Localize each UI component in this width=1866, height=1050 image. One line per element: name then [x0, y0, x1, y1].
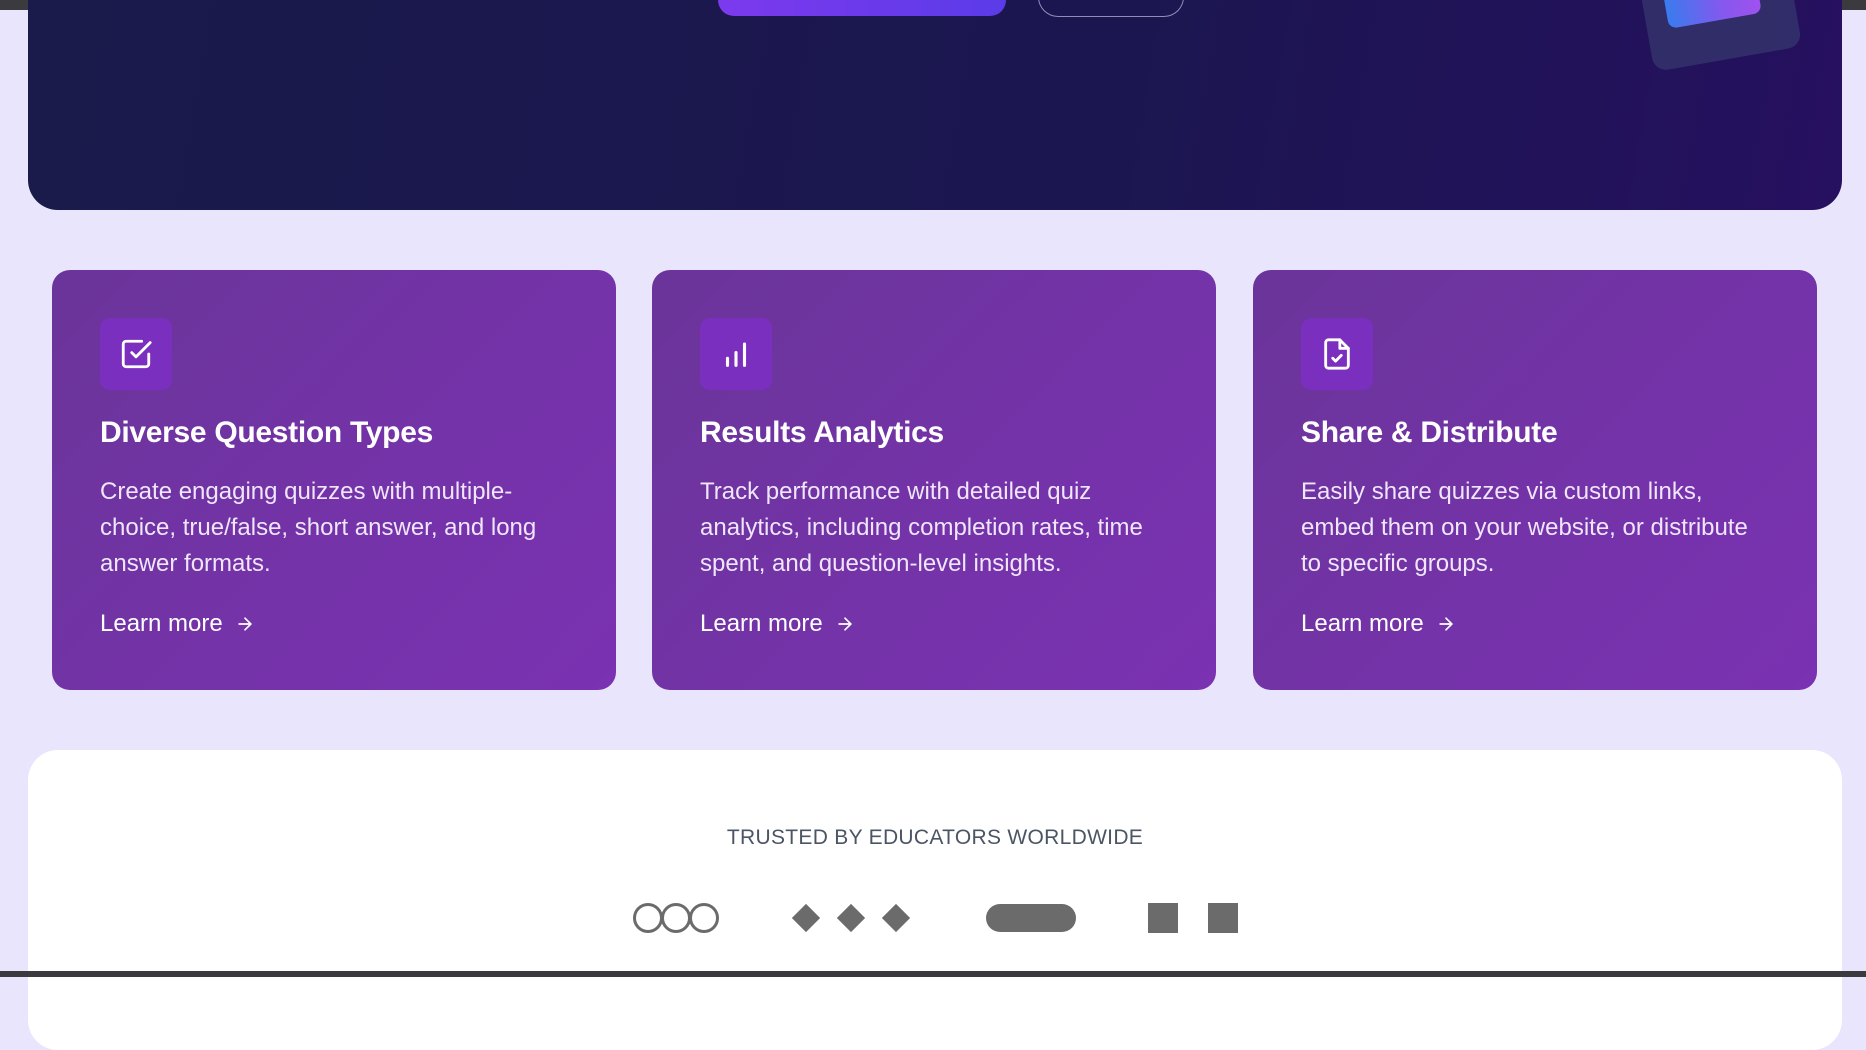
arrow-right-icon [238, 617, 252, 631]
pill-logo [986, 904, 1076, 932]
three-circles-logo [633, 903, 719, 933]
learn-more-link[interactable]: Learn more [700, 610, 855, 638]
checkbox-icon [100, 318, 172, 390]
feature-card-share-distribute: Share & Distribute Easily share quizzes … [1253, 270, 1817, 690]
learn-more-link[interactable]: Learn more [100, 610, 255, 638]
feature-description: Track performance with detailed quiz ana… [700, 478, 1143, 577]
browser-bottom-edge [0, 971, 1866, 977]
bar-chart-icon [700, 318, 772, 390]
hero-section [28, 0, 1842, 210]
file-check-icon [1301, 318, 1373, 390]
trusted-by-section: TRUSTED BY EDUCATORS WORLDWIDE [28, 750, 1842, 1050]
learn-more-label: Learn more [1301, 610, 1424, 637]
two-squares-logo [1148, 903, 1238, 933]
hero-illustration [1633, 0, 1803, 73]
arrow-right-icon [838, 617, 852, 631]
learn-more-label: Learn more [700, 610, 823, 637]
feature-description: Create engaging quizzes with multiple-ch… [100, 478, 537, 577]
feature-card-question-types: Diverse Question Types Create engaging q… [52, 270, 616, 690]
partner-logos [28, 900, 1842, 936]
feature-card-results-analytics: Results Analytics Track performance with… [652, 270, 1216, 690]
hero-secondary-button[interactable] [1038, 0, 1184, 17]
trusted-label: TRUSTED BY EDUCATORS WORLDWIDE [726, 826, 1144, 849]
feature-description: Easily share quizzes via custom links, e… [1301, 478, 1748, 577]
three-diamonds-logo [791, 903, 911, 933]
hero-illustration-bar [1662, 0, 1762, 29]
hero-primary-button[interactable] [718, 0, 1006, 16]
feature-title: Share & Distribute [1301, 416, 1558, 449]
feature-title: Diverse Question Types [100, 416, 433, 449]
learn-more-link[interactable]: Learn more [1301, 610, 1456, 638]
learn-more-label: Learn more [100, 610, 223, 637]
feature-title: Results Analytics [700, 416, 944, 449]
partner-logos-strip [633, 903, 1238, 933]
arrow-right-icon [1439, 617, 1453, 631]
